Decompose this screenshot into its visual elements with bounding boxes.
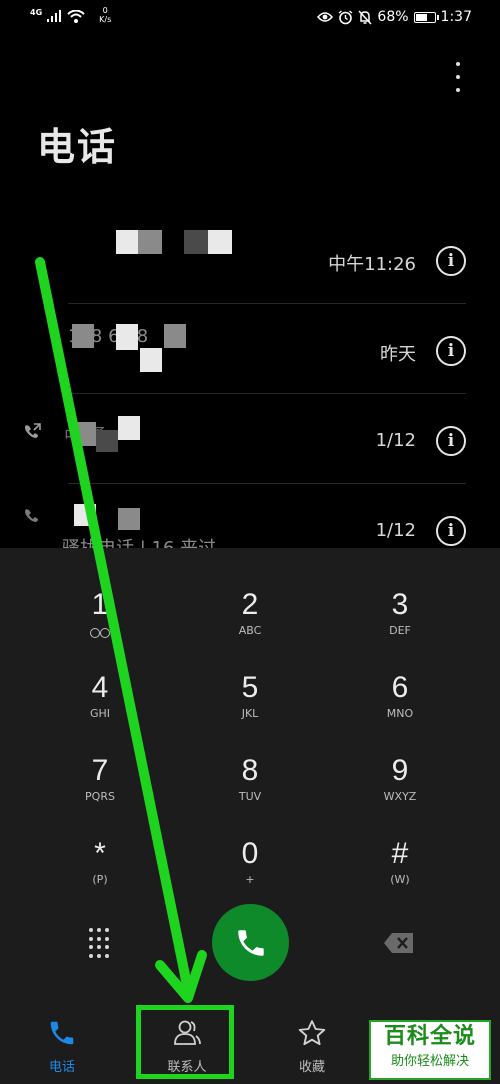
obscured-contact bbox=[184, 230, 208, 254]
obscured-contact bbox=[116, 230, 138, 254]
obscured-contact bbox=[96, 430, 118, 452]
dial-key-1[interactable]: 1 bbox=[40, 588, 160, 662]
obscured-contact bbox=[72, 324, 94, 348]
call-time: 1/12 bbox=[375, 430, 416, 451]
key-digit: 7 bbox=[91, 754, 109, 787]
key-digit: 3 bbox=[391, 588, 409, 621]
watermark-title: 百科全说 bbox=[383, 1024, 476, 1049]
nav-favorites[interactable]: 收藏 bbox=[262, 1018, 362, 1075]
info-icon[interactable]: i bbox=[436, 336, 466, 366]
call-log-item[interactable]: 中 通 1/12 i bbox=[0, 394, 500, 484]
key-letters: PQRS bbox=[85, 790, 115, 803]
dial-key-4[interactable]: 4 GHI bbox=[40, 671, 160, 745]
key-digit: 6 bbox=[391, 671, 409, 704]
obscured-contact bbox=[118, 416, 140, 440]
battery-level: 68% bbox=[377, 9, 409, 25]
key-letters: MNO bbox=[386, 707, 414, 720]
key-digit: * bbox=[94, 837, 106, 870]
dial-key-star[interactable]: * (P) bbox=[40, 837, 160, 911]
backspace-icon[interactable] bbox=[383, 932, 415, 954]
missed-call-icon bbox=[25, 509, 38, 522]
info-icon[interactable]: i bbox=[436, 516, 466, 546]
key-digit: 4 bbox=[91, 671, 109, 704]
star-icon bbox=[298, 1020, 326, 1046]
key-letters: JKL bbox=[241, 707, 259, 720]
more-options-icon[interactable] bbox=[454, 62, 462, 92]
call-log-item[interactable]: 188 6 68 昨天 i bbox=[0, 304, 500, 394]
dial-key-2[interactable]: 2 ABC bbox=[190, 588, 310, 662]
nav-label: 电话 bbox=[48, 1060, 75, 1075]
dial-key-8[interactable]: 8 TUV bbox=[190, 754, 310, 828]
nav-label: 收藏 bbox=[298, 1060, 325, 1075]
obscured-contact bbox=[116, 324, 138, 350]
watermark-logo: 百科全说 助你轻松解决 bbox=[369, 1020, 491, 1080]
obscured-contact bbox=[140, 348, 162, 372]
key-digit: # bbox=[391, 837, 409, 870]
network-speed: 0 K/s bbox=[99, 6, 111, 24]
key-letters: DEF bbox=[389, 624, 411, 637]
network-type: 4G bbox=[30, 7, 43, 17]
call-time: 中午11:26 bbox=[328, 254, 416, 275]
dial-key-9[interactable]: 9 WXYZ bbox=[340, 754, 460, 828]
signal-icon bbox=[47, 10, 62, 22]
nav-phone[interactable]: 电话 bbox=[12, 1018, 112, 1075]
status-left: 4G 0 K/s bbox=[30, 6, 111, 24]
dial-key-3[interactable]: 3 DEF bbox=[340, 588, 460, 662]
call-log-item[interactable]: 中午11:26 i bbox=[0, 214, 500, 304]
key-letters: WXYZ bbox=[383, 790, 417, 803]
phone-icon bbox=[237, 929, 264, 956]
battery-fill bbox=[415, 13, 428, 21]
info-icon[interactable]: i bbox=[436, 246, 466, 276]
dial-key-hash[interactable]: # (W) bbox=[340, 837, 460, 911]
key-letters: ABC bbox=[238, 624, 262, 637]
key-digit: 0 bbox=[241, 837, 259, 870]
dial-key-0[interactable]: 0 + bbox=[190, 837, 310, 911]
obscured-contact bbox=[118, 508, 140, 530]
highlight-box bbox=[136, 1005, 234, 1079]
watermark-subtitle: 助你轻松解决 bbox=[390, 1054, 469, 1069]
key-letters: GHI bbox=[89, 707, 111, 720]
key-digit: 2 bbox=[241, 588, 259, 621]
speed-unit: K/s bbox=[99, 15, 112, 24]
call-log-list: 中午11:26 i 188 6 68 昨天 i 中 通 1/12 i 骚扰电话 … bbox=[0, 214, 500, 574]
obscured-contact bbox=[208, 230, 232, 254]
call-time: 昨天 bbox=[380, 344, 416, 365]
clock: 1:37 bbox=[440, 9, 472, 25]
key-digit: 8 bbox=[241, 754, 259, 787]
voicemail-icon bbox=[90, 628, 110, 638]
wifi-icon bbox=[67, 9, 85, 23]
silent-bell-icon bbox=[358, 9, 372, 25]
phone-icon bbox=[50, 1021, 74, 1045]
key-letters: TUV bbox=[238, 790, 262, 803]
battery-icon bbox=[413, 11, 439, 23]
status-bar: 4G 0 K/s 68% 1:37 bbox=[0, 0, 500, 36]
page-title: 电话 bbox=[37, 125, 118, 169]
call-button[interactable] bbox=[212, 904, 289, 981]
key-digit: 9 bbox=[391, 754, 409, 787]
dial-key-6[interactable]: 6 MNO bbox=[340, 671, 460, 745]
key-letters: (P) bbox=[92, 873, 108, 886]
info-icon[interactable]: i bbox=[436, 426, 466, 456]
key-digit: 5 bbox=[241, 671, 259, 704]
key-letters: (W) bbox=[390, 873, 410, 886]
alarm-icon bbox=[338, 9, 353, 24]
obscured-contact bbox=[74, 422, 96, 446]
dot bbox=[456, 88, 460, 92]
obscured-contact bbox=[138, 230, 162, 254]
eye-comfort-icon bbox=[317, 12, 334, 22]
key-digit: 1 bbox=[91, 588, 109, 621]
dot bbox=[456, 75, 460, 79]
key-letters: + bbox=[245, 873, 255, 886]
dial-key-7[interactable]: 7 PQRS bbox=[40, 754, 160, 828]
outgoing-call-icon bbox=[25, 423, 41, 438]
call-time: 1/12 bbox=[375, 520, 416, 541]
speed-value: 0 bbox=[102, 6, 108, 15]
status-right: 68% 1:37 bbox=[317, 9, 472, 25]
dialpad-toggle-icon[interactable] bbox=[87, 928, 111, 958]
dial-key-5[interactable]: 5 JKL bbox=[190, 671, 310, 745]
dot bbox=[456, 62, 460, 66]
obscured-contact bbox=[164, 324, 186, 348]
obscured-contact bbox=[74, 504, 96, 526]
